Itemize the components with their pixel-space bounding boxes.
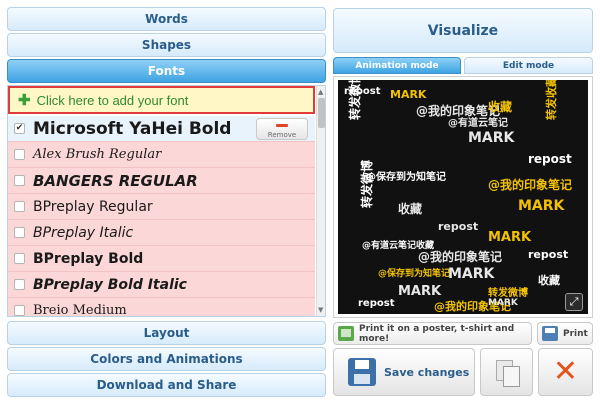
print-poster-label: Print it on a poster, t-shirt and more! [359,323,515,344]
font-name: BANGERS REGULAR [33,171,198,190]
plus-icon: ✚ [18,92,31,109]
print-poster-button[interactable]: Print it on a poster, t-shirt and more! [333,322,532,345]
cloud-word: MARK [488,298,518,308]
tab-edit-mode[interactable]: Edit mode [464,57,593,74]
word-cloud[interactable]: repost MARK @我的印象笔记 转发微博 收藏 @有道云笔记 @保存到为知笔记 转发收… [338,80,588,314]
scroll-up-icon[interactable]: ▲ [318,88,323,96]
cloud-word: MARK [518,198,565,214]
cloud-word: MARK [390,88,427,101]
cloud-word: @保存到为知笔记 [366,172,446,183]
font-name: BPreplay Bold Italic [33,276,187,293]
cloud-word: @我的印象笔记 [418,250,503,264]
font-name: Alex Brush Regular [33,147,162,162]
fullscreen-icon[interactable]: ⤢ [565,293,583,311]
print-button[interactable]: Print [537,322,593,345]
download-share-section-button[interactable]: Download and Share [7,373,326,397]
cloud-word: @保存到为知笔记 [378,269,451,279]
cloud-word: MARK [398,284,442,299]
cloud-word: repost [358,298,395,309]
cloud-word: @有道云笔记 [448,118,508,129]
print-label: Print [563,328,588,339]
colors-animations-section-button[interactable]: Colors and Animations [7,347,326,371]
word-cloud-canvas: repost MARK @我的印象笔记 转发微博 收藏 @有道云笔记 @保存到为知笔记 转发收… [333,76,593,318]
font-row-alex-brush[interactable]: Alex Brush Regular [8,142,315,168]
font-checkbox[interactable] [14,305,25,316]
add-font-button[interactable]: ✚ Click here to add your font [8,86,315,114]
font-checkbox[interactable] [14,149,25,160]
layout-section-button[interactable]: Layout [7,321,326,345]
cloud-word: repost [528,248,569,261]
font-row-bpreplay-regular[interactable]: BPreplay Regular [8,194,315,220]
cloud-word: @我的印象笔记 [488,178,573,192]
add-font-label: Click here to add your font [36,92,189,108]
font-checkbox[interactable]: ✔ [14,123,25,134]
font-checkbox[interactable] [14,227,25,238]
close-icon: ✕ [552,354,579,389]
font-name: BPreplay Regular [33,198,153,215]
tab-animation-mode[interactable]: Animation mode [333,57,461,74]
floppy-disk-icon [348,358,376,386]
scroll-down-icon[interactable]: ▼ [318,306,323,314]
copy-icon [496,360,520,387]
font-row-bpreplay-bold-italic[interactable]: BPreplay Bold Italic [8,272,315,298]
cloud-word: 收藏 [488,100,513,114]
cloud-word: 收藏 [538,274,560,287]
fonts-section-button[interactable]: Fonts [7,59,326,83]
scroll-thumb[interactable] [318,98,325,128]
cloud-word: 转发收藏 [545,80,558,120]
font-row-microsoft-yahei-bold[interactable]: ✔ Microsoft YaHei Bold Remove [8,116,315,142]
cloud-word: MARK [448,266,495,282]
cloud-word: 转发微博 [488,288,528,299]
font-row-bpreplay-bold[interactable]: BPreplay Bold [8,246,315,272]
poster-icon [338,326,354,341]
font-row-bangers[interactable]: BANGERS REGULAR [8,168,315,194]
font-name: BPreplay Italic [33,224,134,241]
cloud-word: 转发微博 [348,80,362,120]
cloud-word: repost [528,152,572,166]
printer-icon [542,326,558,341]
cloud-word: MARK [468,130,515,146]
words-section-button[interactable]: Words [7,7,326,31]
font-checkbox[interactable] [14,253,25,264]
cloud-word: repost [438,220,479,233]
remove-label: Remove [267,131,297,139]
cloud-word: 收藏 [398,202,423,216]
font-checkbox[interactable] [14,201,25,212]
visualize-button[interactable]: Visualize [333,8,593,53]
font-checkbox[interactable] [14,279,25,290]
font-checkbox[interactable] [14,175,25,186]
font-list: ✔ Microsoft YaHei Bold Remove Alex Brush… [8,116,315,317]
font-name: BPreplay Bold [33,250,144,267]
minus-icon [276,124,288,127]
font-list-scrollbar[interactable]: ▲ ▼ [316,86,325,316]
cloud-word: 转发微博 [360,159,374,208]
font-list-panel: ✚ Click here to add your font ✔ Microsof… [7,85,326,317]
save-changes-label: Save changes [384,365,470,379]
remove-font-button[interactable]: Remove [256,118,308,140]
font-name: Microsoft YaHei Bold [33,118,232,139]
delete-button[interactable]: ✕ [538,348,593,396]
shapes-section-button[interactable]: Shapes [7,33,326,57]
font-row-bpreplay-italic[interactable]: BPreplay Italic [8,220,315,246]
font-name: Breio Medium [33,303,127,317]
save-changes-button[interactable]: Save changes [333,348,475,396]
font-row-breio-medium[interactable]: Breio Medium [8,298,315,317]
cloud-word: MARK [488,230,532,245]
duplicate-button[interactable] [480,348,533,396]
